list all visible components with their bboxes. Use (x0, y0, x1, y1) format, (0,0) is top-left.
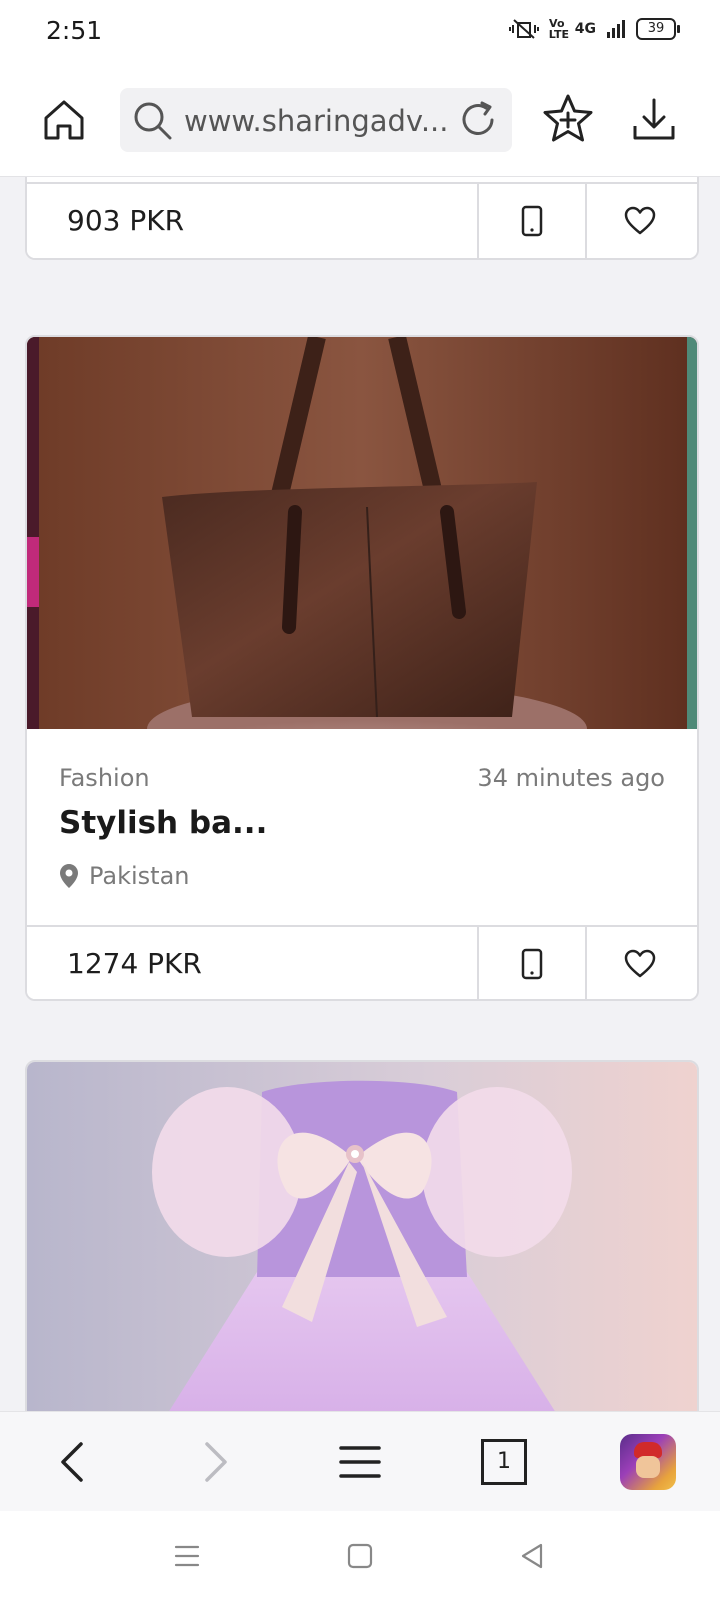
listing-price: 1274 PKR (67, 947, 202, 980)
heart-icon (624, 206, 656, 235)
url-text[interactable]: www.sharingadv... (184, 104, 454, 138)
listing-card[interactable] (25, 1060, 699, 1411)
status-time: 2:51 (46, 16, 103, 45)
game-app-button[interactable] (616, 1430, 680, 1494)
menu-button[interactable] (328, 1430, 392, 1494)
search-icon (130, 98, 174, 146)
forward-button[interactable] (184, 1430, 248, 1494)
location-pin-icon (60, 864, 78, 888)
system-nav-bar (0, 1511, 720, 1600)
network-type-icon: 4G (574, 21, 596, 37)
price-row: 903 PKR (27, 182, 697, 258)
bookmark-add-icon (543, 94, 593, 142)
listing-location: Pakistan (59, 862, 190, 890)
listing-card[interactable]: 903 PKR (25, 177, 699, 260)
back-triangle-icon (521, 1543, 543, 1569)
call-button[interactable] (477, 927, 585, 999)
signal-icon (607, 20, 625, 38)
forward-icon (205, 1442, 227, 1482)
favorite-button[interactable] (585, 184, 693, 258)
recents-button[interactable] (162, 1531, 212, 1581)
reload-icon[interactable] (456, 98, 500, 146)
tabs-button[interactable]: 1 (472, 1430, 536, 1494)
phone-icon (521, 948, 543, 980)
vibrate-icon (508, 19, 539, 39)
listing-price: 903 PKR (67, 204, 185, 237)
listing-image[interactable] (27, 337, 697, 774)
game-app-icon (620, 1434, 676, 1490)
dress-photo (27, 1062, 697, 1411)
listing-location-text: Pakistan (89, 862, 190, 890)
download-icon (633, 98, 675, 140)
home-button[interactable] (32, 88, 96, 152)
call-button[interactable] (477, 184, 585, 258)
price-row: 1274 PKR (27, 925, 697, 999)
recents-icon (174, 1545, 200, 1567)
status-bar: 2:51 Vo LTE 4G 39 (0, 0, 720, 64)
phone-icon (521, 205, 543, 237)
system-back-button[interactable] (507, 1531, 557, 1581)
address-bar[interactable]: www.sharingadv... (120, 88, 512, 152)
browser-bottom-nav: 1 (0, 1411, 720, 1512)
favorite-button[interactable] (585, 927, 693, 999)
bookmark-add-button[interactable] (536, 88, 600, 152)
battery-icon: 39 (636, 18, 680, 40)
tote-bag-photo (27, 337, 697, 774)
listings-feed[interactable]: 903 PKR Fashion 34 minutes ago Stylish b… (0, 177, 720, 1411)
heart-icon (624, 949, 656, 978)
back-button[interactable] (40, 1430, 104, 1494)
menu-icon (339, 1446, 381, 1478)
back-icon (61, 1442, 83, 1482)
browser-toolbar: www.sharingadv... (0, 64, 720, 177)
listing-card[interactable]: Fashion 34 minutes ago Stylish ba... Pak… (25, 335, 699, 1001)
home-icon (44, 100, 84, 140)
system-home-button[interactable] (335, 1531, 385, 1581)
home-square-icon (347, 1543, 373, 1569)
tabs-icon: 1 (481, 1439, 527, 1485)
listing-title[interactable]: Stylish ba... (59, 805, 267, 841)
listing-category: Fashion (59, 764, 150, 792)
volte-icon: Vo LTE (548, 17, 569, 41)
listing-details[interactable]: Fashion 34 minutes ago Stylish ba... Pak… (27, 729, 697, 925)
download-button[interactable] (622, 88, 686, 152)
listing-posted-time: 34 minutes ago (477, 764, 665, 792)
listing-image[interactable] (27, 1062, 697, 1411)
status-icons: Vo LTE 4G 39 (508, 17, 680, 41)
